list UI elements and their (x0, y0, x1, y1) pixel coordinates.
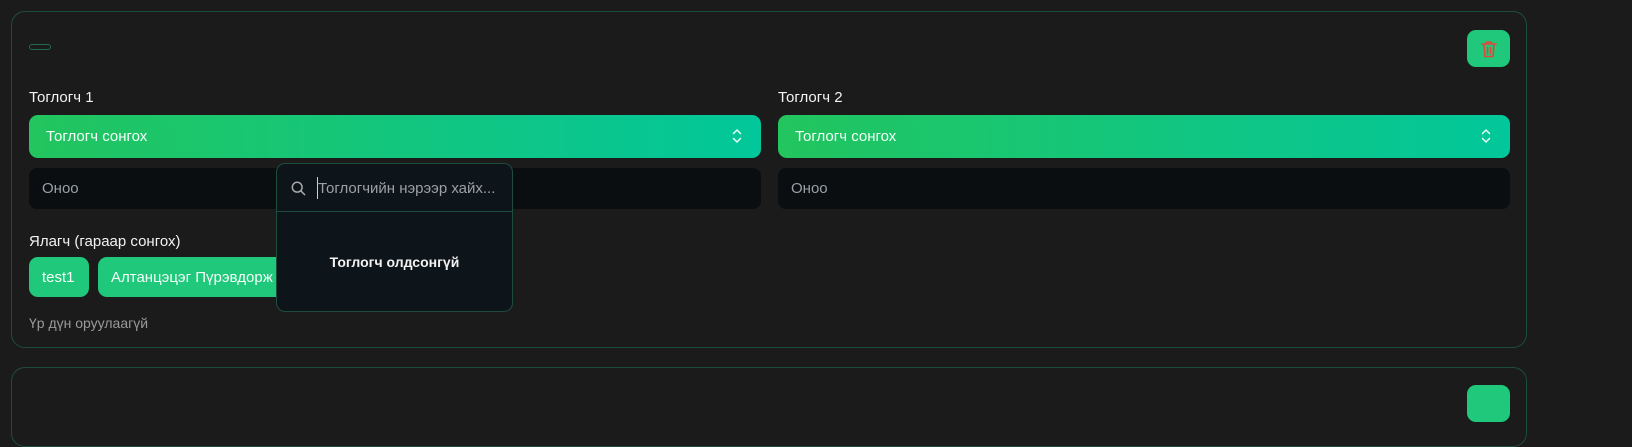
player2-label: Тоглогч 2 (778, 89, 843, 106)
next-match-card (11, 367, 1527, 447)
delete-match-button[interactable] (1467, 385, 1510, 422)
player2-select-value: Тоглогч сонгох (795, 128, 897, 145)
player2-score-field[interactable]: Оноо (778, 168, 1510, 209)
player1-score-placeholder: Оноо (42, 180, 79, 197)
player1-label: Тоглогч 1 (29, 89, 94, 106)
delete-match-button[interactable] (1467, 30, 1510, 67)
player2-score-placeholder: Оноо (791, 180, 828, 197)
player1-select-value: Тоглогч сонгох (46, 128, 148, 145)
chevron-up-down-icon (732, 129, 742, 143)
winner-option-button[interactable]: Алтанцэцэг Пүрэвдорж (98, 257, 288, 297)
match-status-indicator (29, 44, 51, 50)
trash-icon (1480, 40, 1497, 57)
winner-label: Ялагч (гараар сонгох) (29, 233, 181, 250)
result-status: Үр дүн оруулаагүй (29, 315, 149, 331)
player1-select[interactable]: Тоглогч сонгох (29, 115, 761, 158)
player-search-input[interactable] (318, 176, 503, 200)
winner-option-button[interactable]: test1 (29, 257, 89, 297)
dropdown-empty-message: Тоглогч олдсонгүй (329, 254, 460, 270)
chevron-up-down-icon (1481, 129, 1491, 143)
player2-select[interactable]: Тоглогч сонгох (778, 115, 1510, 158)
player-search-dropdown: Тоглогч олдсонгүй (276, 163, 513, 312)
dropdown-search-bar (277, 164, 512, 212)
search-icon (291, 181, 306, 196)
